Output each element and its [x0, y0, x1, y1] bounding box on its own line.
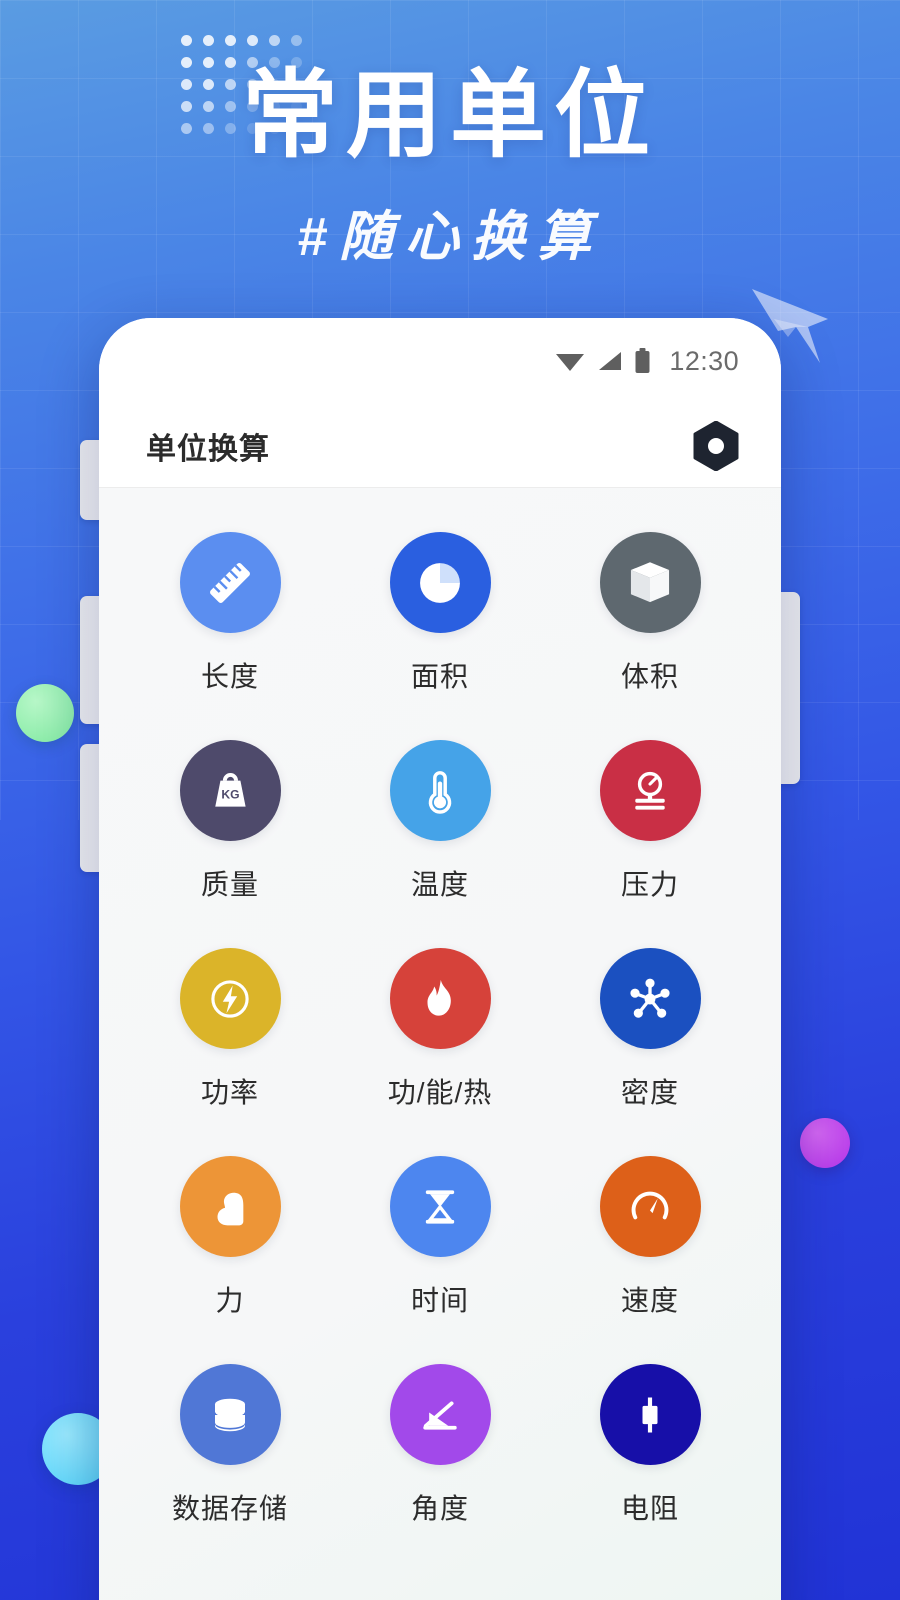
weight-kg-icon: KG	[179, 740, 281, 841]
category-label: 体积	[620, 661, 679, 692]
angle-icon	[389, 1364, 491, 1465]
ruler-icon	[179, 532, 281, 633]
category-item-hourglass[interactable]: 时间	[335, 1156, 545, 1364]
category-label: 温度	[410, 869, 469, 900]
category-item-flame[interactable]: 功/能/热	[335, 948, 545, 1156]
molecule-icon	[599, 948, 701, 1049]
page-subtitle: #随心换算	[296, 206, 604, 267]
svg-text:KG: KG	[221, 787, 239, 801]
resistor-icon	[599, 1364, 701, 1465]
category-label: 压力	[620, 869, 679, 900]
category-label: 密度	[620, 1077, 679, 1108]
category-label: 角度	[410, 1493, 469, 1524]
app-bar: 单位换算	[99, 404, 781, 488]
category-label: 长度	[200, 661, 259, 692]
app-title: 单位换算	[146, 432, 270, 466]
battery-icon	[635, 348, 650, 373]
category-item-cube[interactable]: 体积	[545, 532, 755, 740]
headline-block: 常用单位 #随心换算	[0, 62, 900, 271]
thermometer-icon	[389, 740, 491, 841]
wifi-icon	[556, 354, 585, 371]
pie-chart-icon	[389, 532, 491, 633]
category-label: 时间	[410, 1285, 469, 1316]
purple-circle-decoration	[800, 1118, 850, 1168]
hexagon-settings-icon[interactable]	[693, 420, 739, 471]
category-item-speedometer[interactable]: 速度	[545, 1156, 755, 1364]
hourglass-icon	[389, 1156, 491, 1257]
category-label: 功/能/热	[387, 1077, 493, 1108]
category-grid: 长度 面积 体积 KG 质量 温度 压力功率 功/能/热 密度力 时间 速度数据存储 角度 电阻	[125, 532, 755, 1572]
status-bar: 12:30	[99, 318, 781, 404]
category-item-thermometer[interactable]: 温度	[335, 740, 545, 948]
lightning-bolt-icon	[179, 948, 281, 1049]
category-label: 数据存储	[171, 1493, 288, 1524]
promo-poster: 常用单位 #随心换算 12:30 单位换算 长度 面积 体积 KG 质量 温度 …	[0, 0, 900, 1600]
category-item-ruler[interactable]: 长度	[125, 532, 335, 740]
database-icon	[179, 1364, 281, 1465]
category-item-resistor[interactable]: 电阻	[545, 1364, 755, 1572]
speedometer-icon	[599, 1156, 701, 1257]
category-label: 功率	[200, 1077, 259, 1108]
flame-icon	[389, 948, 491, 1049]
signal-icon	[599, 352, 622, 370]
category-item-database[interactable]: 数据存储	[125, 1364, 335, 1572]
cube-icon	[599, 532, 701, 633]
status-bar-time: 12:30	[669, 345, 739, 376]
category-grid-container: 长度 面积 体积 KG 质量 温度 压力功率 功/能/热 密度力 时间 速度数据存储 角度 电阻	[99, 488, 781, 1600]
bicep-icon	[179, 1156, 281, 1257]
page-title: 常用单位	[242, 62, 658, 169]
category-item-pie-chart[interactable]: 面积	[335, 532, 545, 740]
category-label: 质量	[200, 869, 259, 900]
category-item-molecule[interactable]: 密度	[545, 948, 755, 1156]
category-item-lightning-bolt[interactable]: 功率	[125, 948, 335, 1156]
phone-mockup: 12:30 单位换算 长度 面积 体积 KG 质量 温度 压力功率 功/能/热 密度力 时间 速度数…	[99, 318, 781, 1600]
category-label: 力	[215, 1285, 245, 1316]
green-circle-decoration	[16, 684, 74, 742]
category-label: 电阻	[620, 1493, 679, 1524]
category-item-bicep[interactable]: 力	[125, 1156, 335, 1364]
category-item-weight-kg[interactable]: KG 质量	[125, 740, 335, 948]
category-label: 速度	[620, 1285, 679, 1316]
pressure-gauge-icon	[599, 740, 701, 841]
category-item-angle[interactable]: 角度	[335, 1364, 545, 1572]
category-item-pressure-gauge[interactable]: 压力	[545, 740, 755, 948]
category-label: 面积	[410, 661, 469, 692]
